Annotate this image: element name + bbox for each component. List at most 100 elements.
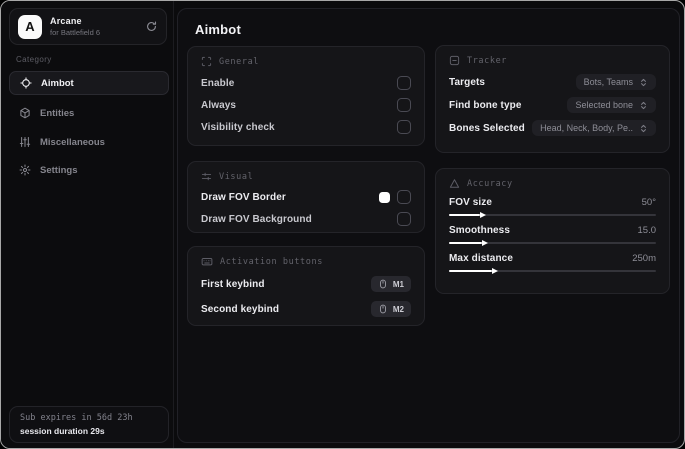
second-keybind-button[interactable]: M2: [370, 301, 411, 317]
first-keybind-button[interactable]: M1: [370, 276, 411, 292]
slider-thumb[interactable]: [482, 240, 489, 246]
keybind-value: M2: [392, 304, 404, 314]
slider-thumb[interactable]: [480, 212, 487, 218]
fov-size-slider[interactable]: [449, 212, 656, 218]
general-card: General Enable Always Visibility check: [187, 46, 425, 146]
keyboard-icon: [201, 256, 213, 267]
fov-size-slider-group: FOV size 50°: [449, 197, 656, 218]
session-duration-text: session duration 29s: [20, 426, 105, 436]
setting-label: Always: [201, 99, 237, 111]
visual-card: Visual Draw FOV Border Draw FOV Backgrou…: [187, 161, 425, 233]
setting-label: Enable: [201, 77, 235, 89]
setting-label: Bones Selected: [449, 122, 525, 134]
activation-card-title: Activation buttons: [220, 256, 323, 267]
sidebar-item-label: Entities: [40, 107, 75, 119]
app-window: A Arcane for Battlefield 6 Category Aimb: [0, 0, 685, 449]
activation-card-header: Activation buttons: [201, 256, 411, 267]
accuracy-card: Accuracy FOV size 50° Smoothness 15.0 Ma…: [435, 168, 670, 294]
setting-row-first-keybind: First keybind M1: [201, 276, 411, 292]
sidebar: A Arcane for Battlefield 6 Category Aimb: [1, 1, 174, 448]
accuracy-card-header: Accuracy: [449, 178, 656, 189]
smoothness-slider[interactable]: [449, 240, 656, 246]
dropdown-value: Selected bone: [575, 100, 633, 110]
visibility-check-checkbox[interactable]: [397, 120, 411, 134]
setting-label: Targets: [449, 76, 486, 88]
sidebar-item-label: Aimbot: [41, 77, 74, 89]
mouse-icon: [378, 279, 388, 289]
setting-label: Second keybind: [201, 303, 280, 315]
crosshair-icon: [20, 77, 32, 89]
setting-row-find-bone-type: Find bone type Selected bone: [449, 97, 656, 113]
category-label: Category: [16, 55, 52, 64]
dropdown-value: Head, Neck, Body, Pe..: [540, 123, 633, 133]
draw-fov-border-checkbox[interactable]: [397, 190, 411, 204]
setting-row-enable: Enable: [201, 76, 411, 90]
setting-label: FOV size: [449, 197, 493, 208]
fov-size-value: 50°: [641, 197, 656, 208]
sliders-horizontal-icon: [201, 171, 212, 182]
setting-label: First keybind: [201, 278, 265, 290]
cube-icon: [19, 107, 31, 119]
mouse-icon: [378, 304, 388, 314]
setting-label: Max distance: [449, 253, 514, 264]
visual-card-header: Visual: [201, 171, 411, 182]
chevrons-up-down-icon: [639, 78, 648, 87]
sidebar-item-miscellaneous[interactable]: Miscellaneous: [9, 130, 169, 154]
general-card-title: General: [219, 56, 260, 67]
visual-card-title: Visual: [219, 171, 254, 182]
general-card-header: General: [201, 56, 411, 67]
setting-label: Draw FOV Border: [201, 191, 286, 203]
always-checkbox[interactable]: [397, 98, 411, 112]
box-minus-icon: [449, 55, 460, 66]
setting-row-draw-fov-background: Draw FOV Background: [201, 212, 411, 226]
sidebar-item-settings[interactable]: Settings: [9, 158, 169, 182]
setting-row-targets: Targets Bots, Teams: [449, 74, 656, 90]
setting-row-visibility-check: Visibility check: [201, 120, 411, 134]
slider-thumb[interactable]: [492, 268, 499, 274]
page-title: Aimbot: [195, 22, 241, 37]
smoothness-value: 15.0: [637, 225, 657, 236]
keybind-value: M1: [392, 279, 404, 289]
refresh-icon[interactable]: [145, 20, 158, 33]
draw-fov-background-checkbox[interactable]: [397, 212, 411, 226]
app-title: Arcane: [50, 16, 82, 26]
setting-label: Visibility check: [201, 121, 275, 133]
setting-label: Find bone type: [449, 99, 522, 111]
app-logo: A: [18, 14, 42, 39]
sliders-vertical-icon: [19, 136, 31, 148]
setting-row-bones-selected: Bones Selected Head, Neck, Body, Pe..: [449, 120, 656, 136]
max-distance-value: 250m: [632, 253, 656, 264]
setting-row-second-keybind: Second keybind M2: [201, 301, 411, 317]
chevrons-up-down-icon: [639, 124, 648, 133]
sidebar-item-aimbot[interactable]: Aimbot: [9, 71, 169, 95]
logo-card: A Arcane for Battlefield 6: [9, 8, 167, 45]
scan-icon: [201, 56, 212, 67]
find-bone-type-dropdown[interactable]: Selected bone: [567, 97, 656, 113]
setting-label: Draw FOV Background: [201, 213, 312, 225]
smoothness-slider-group: Smoothness 15.0: [449, 225, 657, 246]
gear-icon: [19, 164, 31, 176]
targets-dropdown[interactable]: Bots, Teams: [575, 74, 656, 90]
activation-buttons-card: Activation buttons First keybind M1 Seco…: [187, 246, 425, 326]
sidebar-item-label: Settings: [40, 164, 78, 176]
triangle-icon: [449, 178, 460, 189]
accuracy-card-title: Accuracy: [467, 178, 513, 189]
main-panel: Aimbot General Enable Always Visibility …: [177, 8, 680, 443]
setting-row-draw-fov-border: Draw FOV Border: [201, 190, 411, 204]
logo-text: Arcane for Battlefield 6: [50, 16, 145, 37]
setting-label: Smoothness: [449, 225, 511, 236]
app-subtitle: for Battlefield 6: [50, 28, 101, 37]
enable-checkbox[interactable]: [397, 76, 411, 90]
sidebar-item-label: Miscellaneous: [40, 136, 105, 148]
dropdown-value: Bots, Teams: [583, 77, 633, 87]
chevrons-up-down-icon: [639, 101, 648, 110]
tracker-card-header: Tracker: [449, 55, 656, 66]
tracker-card-title: Tracker: [467, 55, 508, 66]
max-distance-slider[interactable]: [449, 268, 656, 274]
fov-border-color-swatch[interactable]: [379, 191, 390, 203]
tracker-card: Tracker Targets Bots, Teams Find bone ty…: [435, 45, 670, 153]
sidebar-item-entities[interactable]: Entities: [9, 101, 169, 125]
sub-expires-text: Sub expires in 56d 23h: [20, 413, 133, 423]
subscription-info-card: Sub expires in 56d 23h session duration …: [9, 406, 169, 443]
bones-selected-dropdown[interactable]: Head, Neck, Body, Pe..: [532, 120, 656, 136]
